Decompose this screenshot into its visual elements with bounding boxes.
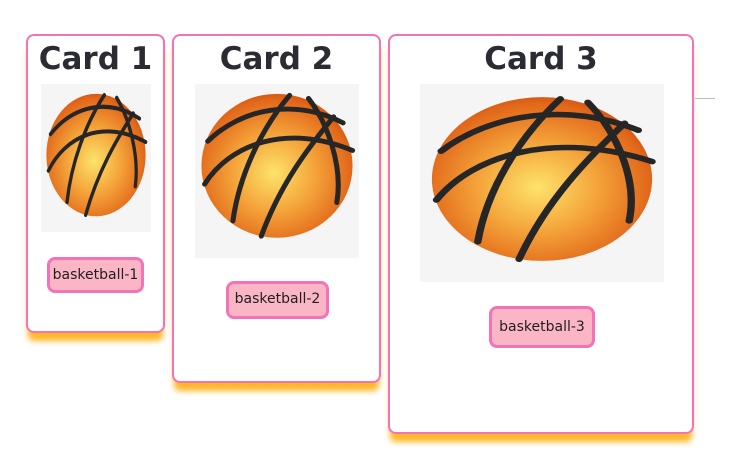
tag-button[interactable]: basketball-2: [226, 281, 329, 319]
card-1: Card 1 basketball-1: [26, 34, 165, 333]
divider-line: [695, 98, 715, 99]
card-2: Card 2 basketball-2: [172, 34, 381, 383]
tag-button[interactable]: basketball-1: [47, 257, 144, 293]
tag-button[interactable]: basketball-3: [489, 306, 595, 348]
basketball-icon: [420, 84, 664, 282]
basketball-icon: [41, 84, 151, 232]
card-title: Card 3: [484, 41, 598, 77]
card-title: Card 2: [219, 41, 334, 77]
basketball-icon: [195, 84, 359, 258]
card-title: Card 1: [38, 41, 153, 77]
card-3: Card 3 basketball-3: [388, 34, 694, 434]
